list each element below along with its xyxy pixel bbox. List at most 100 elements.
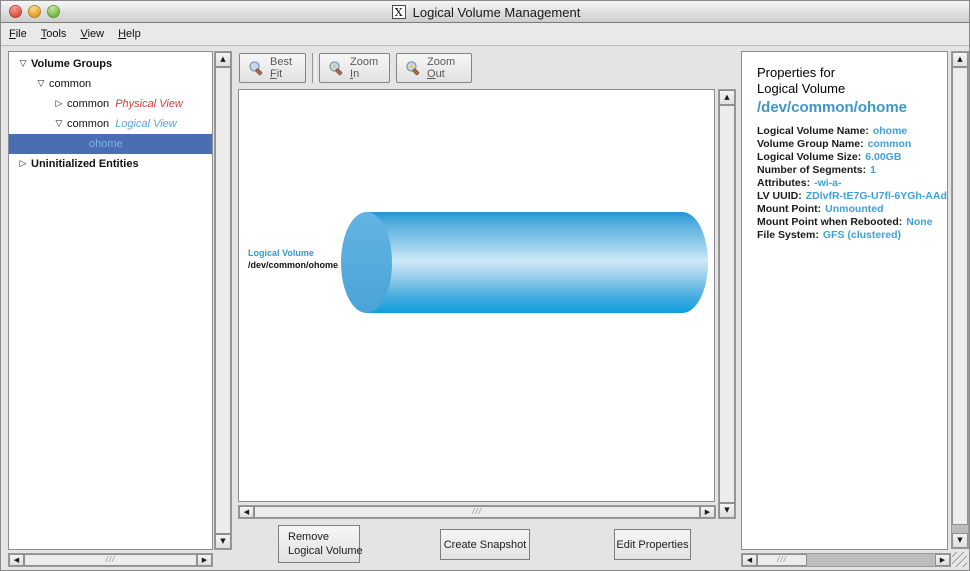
scroll-right-icon[interactable]: ▶ [935, 554, 950, 566]
create-snapshot-button[interactable]: Create Snapshot [440, 529, 530, 560]
scrollbar-thumb[interactable] [719, 105, 735, 503]
properties-header-path: /dev/common/ohome [757, 98, 947, 117]
menu-help[interactable]: Help [112, 28, 147, 40]
scroll-down-icon[interactable]: ▼ [215, 534, 231, 549]
property-label: Volume Group Name: [757, 138, 864, 150]
expander-open-icon[interactable]: ▽ [33, 74, 49, 94]
property-label: Attributes: [757, 177, 810, 189]
scrollbar-trough[interactable] [952, 525, 968, 533]
expander-open-icon[interactable]: ▽ [15, 54, 31, 74]
scroll-right-icon[interactable]: ▶ [197, 554, 212, 566]
property-label: LV UUID: [757, 190, 802, 202]
scroll-up-icon[interactable]: ▲ [215, 52, 231, 67]
scroll-down-icon[interactable]: ▼ [719, 503, 735, 518]
window-title: Logical Volume Management [413, 5, 581, 20]
canvas-horizontal-scrollbar[interactable]: ◀ /// ▶ [238, 505, 716, 519]
property-row: Logical Volume Name:ohome [757, 125, 947, 138]
scrollbar-trough[interactable] [807, 554, 935, 566]
menu-file[interactable]: File [3, 28, 33, 40]
volume-tree-panel: ▽ Volume Groups ▽ common ▷ common Physic… [8, 51, 213, 550]
button-label: Edit Properties [616, 538, 688, 552]
scroll-down-icon[interactable]: ▼ [952, 533, 968, 548]
scrollbar-thumb[interactable] [215, 67, 231, 534]
scroll-up-icon[interactable]: ▲ [952, 52, 968, 67]
menu-label-part: elp [126, 28, 141, 40]
tree-item-label: Volume Groups [31, 54, 112, 74]
property-row: Attributes:-wi-a- [757, 177, 947, 190]
volume-canvas[interactable]: Logical Volume /dev/common/ohome [238, 89, 715, 502]
button-label: Create Snapshot [444, 538, 527, 552]
menu-label-part: ools [46, 28, 66, 40]
expander-closed-icon[interactable]: ▷ [51, 94, 67, 114]
scroll-left-icon[interactable]: ◀ [742, 554, 757, 566]
scroll-left-icon[interactable]: ◀ [9, 554, 24, 566]
tree-item-view-suffix: Logical View [115, 114, 177, 134]
label-part: n [353, 68, 359, 80]
property-value: common [868, 138, 912, 150]
label-mnemonic: O [427, 68, 436, 80]
canvas-vertical-scrollbar[interactable]: ▲ ▼ [718, 89, 736, 519]
property-row: Logical Volume Size: 6.00GB [757, 151, 947, 164]
expander-closed-icon[interactable]: ▷ [15, 154, 31, 174]
scroll-right-icon[interactable]: ▶ [700, 506, 715, 518]
label-part: Zoom [350, 56, 378, 68]
tree-item-common-logical-view[interactable]: ▽ common Logical View [9, 114, 212, 134]
scrollbar-thumb[interactable] [952, 67, 968, 525]
button-label: Best Fit [270, 56, 297, 80]
best-fit-button[interactable]: Best Fit [239, 53, 306, 83]
magnifier-icon [248, 60, 265, 77]
property-row: Mount Point when Rebooted:None [757, 216, 947, 229]
property-label: File System: [757, 229, 819, 241]
property-value: ohome [873, 125, 907, 137]
property-label: Mount Point: [757, 203, 821, 215]
scroll-up-icon[interactable]: ▲ [719, 90, 735, 105]
tree-vertical-scrollbar[interactable]: ▲ ▼ [214, 51, 232, 550]
property-value: GFS (clustered) [823, 229, 901, 241]
logical-volume-cylinder[interactable] [366, 212, 708, 313]
properties-header-line2: Logical Volume [757, 81, 947, 97]
edit-properties-button[interactable]: Edit Properties [614, 529, 691, 560]
property-value: Unmounted [825, 203, 883, 215]
tree-item-common-physical-view[interactable]: ▷ common Physical View [9, 94, 212, 114]
scrollbar-thumb[interactable]: /// [757, 554, 807, 566]
tree-item-volume-groups[interactable]: ▽ Volume Groups [9, 54, 212, 74]
tree-item-label: common [67, 94, 109, 114]
property-row: Volume Group Name: common [757, 138, 947, 151]
menu-tools[interactable]: Tools [35, 28, 73, 40]
toolbar-separator [312, 53, 316, 83]
property-row: Mount Point: Unmounted [757, 203, 947, 216]
window-resize-grip[interactable] [952, 552, 967, 567]
magnifier-minus-icon [405, 60, 422, 77]
remove-logical-volume-button[interactable]: Remove Logical Volume [278, 525, 360, 563]
menu-bar: File Tools View Help [1, 23, 970, 46]
property-label: Logical Volume Size: [757, 151, 861, 163]
scrollbar-thumb[interactable]: /// [24, 554, 197, 566]
property-row: LV UUID:ZDlvfR-tE7G-U7fl-6YGh-AAdo-ZgRM-… [757, 190, 947, 203]
title-group: X Logical Volume Management [1, 1, 970, 23]
tree-horizontal-scrollbar[interactable]: ◀ /// ▶ [8, 553, 213, 567]
expander-open-icon[interactable]: ▽ [51, 114, 67, 134]
thumb-grip-icon: /// [777, 556, 787, 564]
menu-label-part: ile [16, 28, 27, 40]
tree-item-label: common [67, 114, 109, 134]
tree-item-common[interactable]: ▽ common [9, 74, 212, 94]
tree-item-view-suffix: Physical View [115, 94, 183, 114]
property-value: 6.00GB [865, 151, 901, 163]
properties-horizontal-scrollbar[interactable]: ◀ /// ▶ [741, 553, 951, 567]
scroll-left-icon[interactable]: ◀ [239, 506, 254, 518]
tree-item-label: Uninitialized Entities [31, 154, 139, 174]
tree-item-ohome-selected[interactable]: ohome [9, 134, 212, 154]
button-label: Zoom Out [427, 56, 463, 80]
properties-rows: Logical Volume Name:ohome Volume Group N… [757, 125, 947, 242]
thumb-grip-icon: /// [472, 508, 482, 516]
properties-header-line1: Properties for [757, 65, 947, 81]
menu-view[interactable]: View [74, 28, 110, 40]
property-row: File System: GFS (clustered) [757, 229, 947, 242]
zoom-in-button[interactable]: Zoom In [319, 53, 390, 83]
properties-vertical-scrollbar[interactable]: ▲ ▼ [951, 51, 969, 549]
lvm-window: X Logical Volume Management File Tools V… [0, 0, 970, 571]
properties-panel: Properties for Logical Volume /dev/commo… [741, 51, 948, 550]
scrollbar-thumb[interactable]: /// [254, 506, 700, 518]
tree-item-uninitialized-entities[interactable]: ▷ Uninitialized Entities [9, 154, 212, 174]
zoom-out-button[interactable]: Zoom Out [396, 53, 472, 83]
